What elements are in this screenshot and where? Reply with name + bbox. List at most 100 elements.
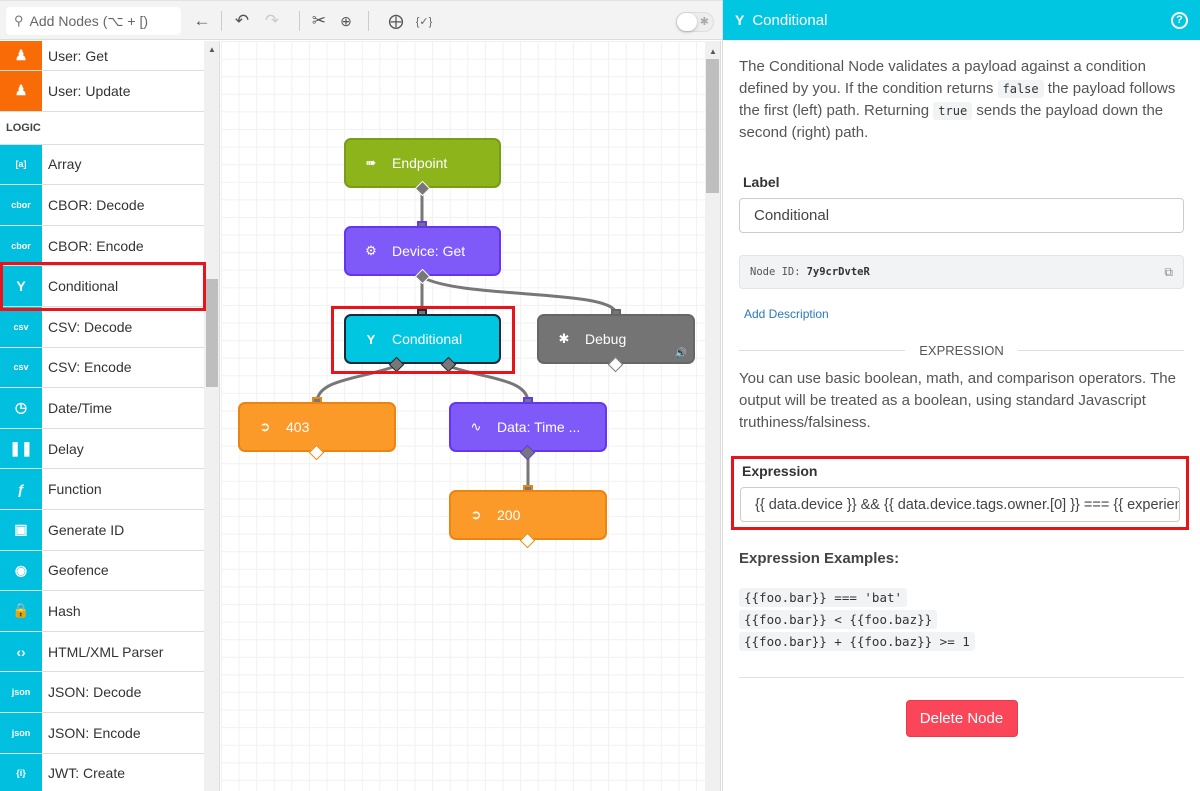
node-type-icon: 🔒 <box>0 591 42 631</box>
palette-item-conditional[interactable]: Y Conditional <box>0 266 204 307</box>
section-title: EXPRESSION <box>919 343 1004 358</box>
palette-item-date-time[interactable]: ◷ Date/Time <box>0 388 204 429</box>
zoom-in-icon[interactable]: ⊕ <box>334 9 358 33</box>
node-type-icon: ◷ <box>0 388 42 428</box>
conditional-icon: Y <box>366 331 376 347</box>
palette-item-label: Date/Time <box>48 399 113 416</box>
node-type-icon: ❚❚ <box>0 428 42 469</box>
speaker-icon: 🔊 <box>674 348 687 359</box>
node-label: Endpoint <box>392 155 448 171</box>
scrollbar-thumb[interactable] <box>706 59 719 193</box>
palette-item-csv-decode[interactable]: csv CSV: Decode <box>0 306 204 348</box>
bug-icon: ✱ <box>699 16 709 28</box>
expression-section-divider: EXPRESSION <box>739 343 1184 358</box>
toolbar-divider <box>368 11 369 31</box>
scroll-up-arrow[interactable]: ▲ <box>208 45 216 54</box>
node-properties-panel: Y Conditional ? The Conditional Node val… <box>722 0 1200 791</box>
endpoint-icon: ➠ <box>365 155 377 170</box>
node-id-value: 7y9crDvteR <box>806 266 870 278</box>
node-type-icon: {i} <box>0 753 42 791</box>
copy-icon[interactable]: ⧉ <box>1164 265 1173 280</box>
add-comment-icon[interactable]: ⨁ <box>384 9 408 33</box>
palette-item-label: User: Update <box>48 82 131 99</box>
palette-item-hash[interactable]: 🔒 Hash <box>0 591 204 632</box>
chart-line-icon: ∿ <box>470 419 482 434</box>
palette-item-cbor-encode[interactable]: cbor CBOR: Encode <box>0 225 204 267</box>
validate-icon[interactable]: {✓} <box>412 9 436 33</box>
user-search-icon: ♟ <box>0 41 42 70</box>
node-description: The Conditional Node validates a payload… <box>739 56 1184 144</box>
conditional-icon: Y <box>735 12 745 28</box>
palette-item-csv-encode[interactable]: csv CSV: Encode <box>0 347 204 389</box>
palette-list: [a] Array cbor CBOR: Decode cbor CBOR: Encode… <box>0 144 204 791</box>
palette-item-geofence[interactable]: ◉ Geofence <box>0 550 204 592</box>
palette-item-label: CSV: Encode <box>48 359 132 376</box>
workflow-canvas[interactable]: ➠ Endpoint ⚙ Device: Get Y Conditional ✱… <box>221 41 705 791</box>
node-label: Device: Get <box>392 243 466 259</box>
code-false: false <box>997 80 1044 98</box>
cut-icon[interactable]: ✂ <box>307 9 331 33</box>
node-type-icon: cbor <box>0 225 42 266</box>
palette-item-label: CBOR: Encode <box>48 237 144 254</box>
expression-field-highlight: Expression {{ data.device }} && {{ data.… <box>731 456 1189 530</box>
node-label: Conditional <box>392 331 463 347</box>
examples-title: Expression Examples: <box>739 550 900 567</box>
palette-item-label: User: Get <box>48 47 108 64</box>
add-description-link[interactable]: Add Description <box>744 307 1184 321</box>
palette-item-delay[interactable]: ❚❚ Delay <box>0 428 204 470</box>
workflow-editor: ⚲ Add Nodes (⌥ + [) ← ↶ ↷ ✂ ⊕ ⨁ {✓} ✱ ♟ … <box>0 0 1200 791</box>
palette-item-json-decode[interactable]: json JSON: Decode <box>0 672 204 713</box>
panel-title: Conditional <box>752 11 828 29</box>
redo-icon[interactable]: ↷ <box>260 9 284 33</box>
palette-item-cbor-decode[interactable]: cbor CBOR: Decode <box>0 185 204 226</box>
palette-item-html-xml-parser[interactable]: ‹› HTML/XML Parser <box>0 631 204 673</box>
palette-item-label: JSON: Encode <box>48 724 141 741</box>
palette-item-json-encode[interactable]: json JSON: Encode <box>0 712 204 754</box>
node-conditional[interactable]: Y Conditional <box>344 314 501 364</box>
node-type-icon: ◉ <box>0 550 42 591</box>
example-code: {{foo.bar}} + {{foo.baz}} >= 1 <box>739 632 975 651</box>
code-true: true <box>933 102 973 120</box>
scroll-up-arrow[interactable]: ▲ <box>709 47 717 56</box>
add-nodes-search[interactable]: ⚲ Add Nodes (⌥ + [) <box>6 7 181 35</box>
palette-item-label: Function <box>48 481 102 498</box>
palette-item-label: JSON: Decode <box>48 684 142 701</box>
section-logic: LOGIC <box>0 111 204 145</box>
example-code: {{foo.bar}} < {{foo.baz}} <box>739 610 938 629</box>
scrollbar-thumb[interactable] <box>206 279 218 387</box>
bug-icon: ✱ <box>558 331 570 346</box>
panel-header: Y Conditional ? <box>723 0 1200 40</box>
palette-item-user-update[interactable]: ♟ User: Update <box>0 71 204 112</box>
palette-item-label: Conditional <box>48 278 119 295</box>
debug-toggle[interactable]: ✱ <box>676 12 714 32</box>
undo-icon[interactable]: ↶ <box>230 9 254 33</box>
example-code: {{foo.bar}} === 'bat' <box>739 588 908 607</box>
delete-node-button[interactable]: Delete Node <box>905 700 1018 737</box>
label-field-title: Label <box>743 174 780 190</box>
label-input[interactable]: Conditional <box>739 198 1184 233</box>
examples-list: {{foo.bar}} === 'bat' {{foo.bar}} < {{fo… <box>739 588 1184 651</box>
search-icon: ⚲ <box>14 13 24 28</box>
device-icon: ⚙ <box>365 243 377 258</box>
sidebar-scrollbar[interactable]: ▲ <box>204 41 220 791</box>
connection-line <box>315 364 397 402</box>
palette-item-generate-id[interactable]: ▣ Generate ID <box>0 509 204 551</box>
palette-item-jwt-create[interactable]: {i} JWT: Create <box>0 753 204 791</box>
node-type-icon: Y <box>0 266 42 306</box>
palette-item-user-get[interactable]: ♟ User: Get <box>0 41 204 71</box>
user-edit-icon: ♟ <box>0 71 42 111</box>
palette-item-label: Generate ID <box>48 521 125 538</box>
node-type-icon: json <box>0 712 42 753</box>
node-label: 403 <box>286 419 310 435</box>
connection-line <box>447 364 530 402</box>
node-type-icon: csv <box>0 306 42 347</box>
palette-item-function[interactable]: ƒ Function <box>0 469 204 510</box>
back-arrow-icon[interactable]: ← <box>190 9 214 33</box>
toolbar-divider <box>221 11 222 31</box>
help-icon[interactable]: ? <box>1171 11 1188 29</box>
expression-input[interactable]: {{ data.device }} && {{ data.device.tags… <box>740 487 1180 522</box>
connection-line <box>421 275 618 314</box>
canvas-scrollbar[interactable]: ▲ <box>705 41 721 791</box>
search-placeholder: Add Nodes (⌥ + [) <box>29 12 148 29</box>
palette-item-array[interactable]: [a] Array <box>0 144 204 186</box>
